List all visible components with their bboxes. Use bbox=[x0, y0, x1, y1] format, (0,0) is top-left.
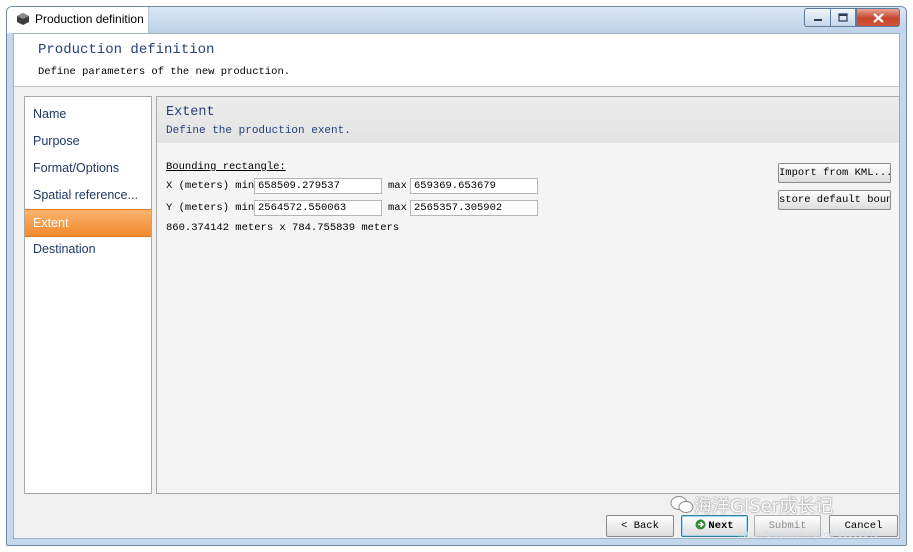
x-max-input[interactable]: 659369.653679 bbox=[410, 178, 538, 194]
watermark: 海洋GISer成长记 bbox=[670, 492, 833, 518]
y-min-label: Y (meters) min bbox=[166, 202, 255, 214]
next-button-label: Next bbox=[708, 520, 734, 532]
watermark-url: https://blog.csdn.net/qq_35099640 bbox=[738, 530, 879, 539]
sidebar-item-format-options[interactable]: Format/Options bbox=[25, 155, 151, 181]
watermark-text: 海洋GISer成长记 bbox=[694, 496, 834, 517]
close-icon bbox=[872, 12, 884, 23]
y-max-label: max bbox=[388, 202, 407, 214]
extent-panel: Extent Define the production exent. Boun… bbox=[156, 96, 900, 494]
x-min-label: X (meters) min bbox=[166, 180, 255, 192]
y-min-input[interactable]: 2564572.550063 bbox=[254, 200, 382, 216]
extent-size-text: 860.374142 meters x 784.755839 meters bbox=[166, 222, 400, 234]
dialog-header: Production definition Define parameters … bbox=[14, 34, 899, 87]
minimize-button[interactable] bbox=[804, 8, 830, 27]
app-icon bbox=[17, 13, 29, 25]
sidebar-item-name[interactable]: Name bbox=[25, 101, 151, 127]
dialog-client: Production definition Define parameters … bbox=[13, 33, 900, 539]
title-tab: Production definition bbox=[7, 7, 149, 33]
page-subtitle: Define parameters of the new production. bbox=[38, 66, 291, 78]
page-title: Production definition bbox=[38, 42, 215, 58]
extent-subtitle: Define the production exent. bbox=[166, 125, 351, 137]
x-min-input[interactable]: 658509.279537 bbox=[254, 178, 382, 194]
maximize-button[interactable] bbox=[830, 8, 856, 27]
extent-panel-header: Extent Define the production exent. bbox=[157, 97, 899, 143]
sidebar-item-spatial-reference[interactable]: Spatial reference... bbox=[25, 182, 151, 208]
window-controls bbox=[804, 8, 900, 27]
window-title: Production definition bbox=[35, 12, 144, 26]
wizard-sidebar: Name Purpose Format/Options Spatial refe… bbox=[24, 96, 152, 494]
production-definition-window: Production definition Production definit… bbox=[6, 6, 907, 546]
back-button[interactable]: < Back bbox=[606, 515, 674, 537]
minimize-icon bbox=[813, 18, 822, 21]
title-bar[interactable]: Production definition bbox=[7, 7, 906, 33]
import-kml-button[interactable]: Import from KML... bbox=[778, 163, 891, 183]
close-button[interactable] bbox=[856, 8, 900, 27]
store-default-bounds-button[interactable]: store default boun bbox=[778, 190, 891, 210]
bounding-rectangle-label: Bounding rectangle: bbox=[166, 161, 286, 173]
maximize-icon bbox=[838, 13, 848, 22]
y-max-input[interactable]: 2565357.305902 bbox=[410, 200, 538, 216]
next-arrow-icon bbox=[695, 519, 706, 530]
extent-title: Extent bbox=[166, 105, 215, 120]
sidebar-item-destination[interactable]: Destination bbox=[25, 236, 151, 262]
x-max-label: max bbox=[388, 180, 407, 192]
sidebar-item-purpose[interactable]: Purpose bbox=[25, 128, 151, 154]
wechat-icon bbox=[670, 496, 694, 513]
sidebar-item-extent[interactable]: Extent bbox=[25, 209, 151, 237]
